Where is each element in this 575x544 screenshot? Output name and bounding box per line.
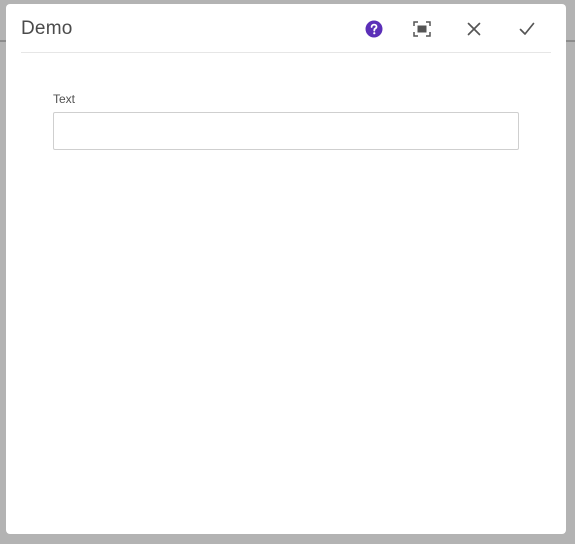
text-field-label: Text [53,92,76,106]
help-button[interactable] [362,17,386,41]
text-input[interactable] [53,112,519,150]
dialog-title: Demo [21,18,73,39]
dialog-header: Demo [21,4,551,53]
close-icon [467,22,481,36]
fullscreen-icon [413,21,431,37]
close-button[interactable] [462,17,486,41]
fullscreen-button[interactable] [410,17,434,41]
dialog: Demo Text [6,4,566,534]
checkmark-icon [519,22,535,36]
done-button[interactable] [515,17,539,41]
backdrop-divider [566,40,575,42]
help-circle-icon [365,20,383,38]
